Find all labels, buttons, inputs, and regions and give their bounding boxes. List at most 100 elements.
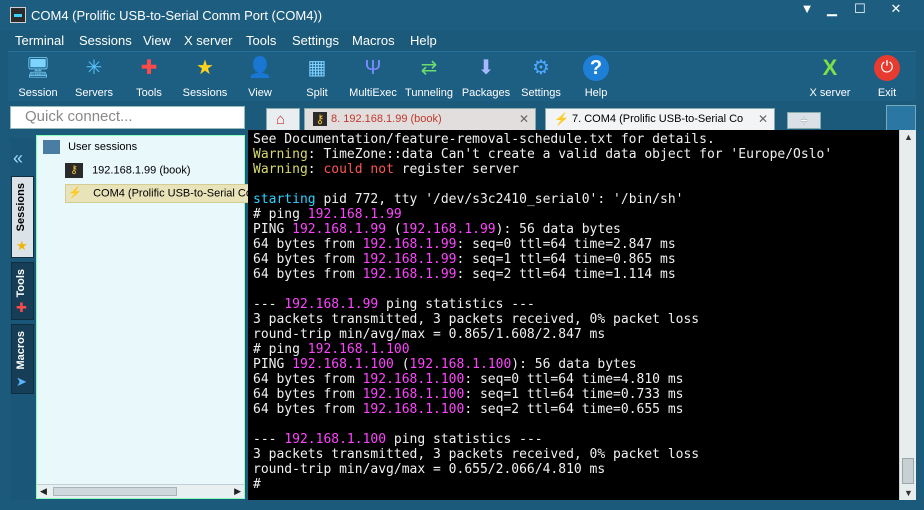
window-menu-button[interactable]: ▼ <box>796 0 818 20</box>
close-button[interactable]: ✕ <box>876 0 916 20</box>
sessions-button[interactable]: ★ Sessions <box>176 52 234 102</box>
terminal-text: : seq=2 ttl=64 time=0.655 ms <box>464 402 684 417</box>
terminal-text-ip: 192.168.1.100 <box>292 357 394 372</box>
side-tabs: « Sessions ★ Tools ✚ Macros ➤ <box>10 138 35 500</box>
scroll-left-icon[interactable]: ◀ <box>40 486 47 497</box>
tree-root-user-sessions[interactable]: User sessions <box>43 140 137 154</box>
tab-close-icon[interactable]: ✕ <box>519 112 529 126</box>
terminal-line: round-trip min/avg/max = 0.865/1.608/2.8… <box>253 327 832 342</box>
terminal-text: PING <box>253 222 293 237</box>
terminal-text: ): 56 data bytes <box>511 357 637 372</box>
terminal-line: # <box>253 477 832 492</box>
terminal-text: register server <box>393 162 520 177</box>
settings-button[interactable]: ⚙ Settings <box>516 52 566 102</box>
fork-icon: Ψ <box>364 57 382 79</box>
terminal-line: --- 192.168.1.100 ping statistics --- <box>253 432 832 447</box>
key-icon: ⚷ <box>65 163 83 178</box>
terminal-text-warn: Warning <box>253 162 308 177</box>
session-tabs: ⌂ ⚷ 8. 192.168.1.99 (book) ✕ ⚡ 7. COM4 (… <box>262 105 916 131</box>
menu-terminal[interactable]: Terminal <box>15 33 64 48</box>
help-button[interactable]: ? Help <box>574 52 618 102</box>
terminal-text: ( <box>386 222 402 237</box>
packages-button[interactable]: ⬇ Packages <box>458 52 514 102</box>
menu-view[interactable]: View <box>143 33 171 48</box>
terminal-text-ip: 192.168.1.100 <box>284 432 387 447</box>
sessions-panel: User sessions ⚷ 192.168.1.99 (book) ⚡ CO… <box>36 135 257 499</box>
menu-bar: Terminal Sessions View X server Tools Se… <box>0 31 924 51</box>
multiexec-button[interactable]: Ψ MultiExec <box>346 52 400 102</box>
x-server-button[interactable]: X X server <box>804 52 856 102</box>
terminal-text: --- <box>253 297 285 312</box>
terminal-text-ip: 192.168.1.99 <box>362 267 457 282</box>
key-icon: ⚷ <box>313 112 327 126</box>
side-tab-macros[interactable]: Macros ➤ <box>11 324 34 394</box>
terminal-text: 64 bytes from <box>253 252 363 267</box>
terminal-text: --- <box>253 432 285 447</box>
tab-com4[interactable]: ⚡ 7. COM4 (Prolific USB-to-Serial Co ✕ <box>545 108 775 131</box>
menu-macros[interactable]: Macros <box>352 33 395 48</box>
exit-button[interactable]: ⏻ Exit <box>868 52 906 102</box>
minimize-button[interactable]: ▁ <box>820 0 844 20</box>
terminal-line: 64 bytes from 192.168.1.100: seq=1 ttl=6… <box>253 387 832 402</box>
window-title: COM4 (Prolific USB-to-Serial Comm Port (… <box>31 8 323 23</box>
menu-sessions[interactable]: Sessions <box>79 33 132 48</box>
scrollbar-thumb[interactable] <box>53 487 177 496</box>
swiss-knife-icon: ✚ <box>16 300 27 315</box>
tab-close-icon[interactable]: ✕ <box>758 112 768 126</box>
vertical-scrollbar[interactable]: ▲ ▼ <box>899 130 916 500</box>
app-logo-icon <box>10 7 26 23</box>
terminal-output[interactable]: See Documentation/feature-removal-schedu… <box>248 130 899 500</box>
tree-item-ssh-192-168-1-99[interactable]: ⚷ 192.168.1.99 (book) <box>65 163 191 178</box>
menu-tools[interactable]: Tools <box>246 33 276 48</box>
tab-menu-button[interactable] <box>886 105 916 131</box>
terminal-text-cyan: starting <box>253 192 316 207</box>
quick-connect-input[interactable]: Quick connect... <box>10 106 245 129</box>
terminal-text-ip: 192.168.1.100 <box>409 357 512 372</box>
terminal-text-ip: 192.168.1.100 <box>362 402 465 417</box>
menu-settings[interactable]: Settings <box>292 33 339 48</box>
tunneling-button[interactable]: ⇄ Tunneling <box>402 52 456 102</box>
tree-item-com4[interactable]: ⚡ COM4 (Prolific USB-to-Serial Co <box>65 184 257 203</box>
new-tab-button[interactable]: + <box>787 112 821 129</box>
star-icon: ★ <box>16 238 28 253</box>
terminal-text-ip: 192.168.1.99 <box>401 222 496 237</box>
terminal-line: See Documentation/feature-removal-schedu… <box>253 132 832 147</box>
servers-button[interactable]: ✳ Servers <box>66 52 122 102</box>
side-tab-tools[interactable]: Tools ✚ <box>11 262 34 320</box>
terminal-text: : seq=1 ttl=64 time=0.865 ms <box>456 252 676 267</box>
scroll-up-icon[interactable]: ▲ <box>904 132 913 142</box>
terminal-line: 3 packets transmitted, 3 packets receive… <box>253 312 832 327</box>
side-tab-sessions[interactable]: Sessions ★ <box>11 176 34 258</box>
tab-ssh-192-168-1-99[interactable]: ⚷ 8. 192.168.1.99 (book) ✕ <box>304 108 536 131</box>
terminal-text: See Documentation/feature-removal-schedu… <box>253 132 715 147</box>
terminal-text: 64 bytes from <box>253 372 363 387</box>
terminal-text-ip: 192.168.1.99 <box>292 222 387 237</box>
menu-x-server[interactable]: X server <box>184 33 232 48</box>
terminal-lines: See Documentation/feature-removal-schedu… <box>253 132 832 492</box>
session-button[interactable]: 🖥 Session <box>10 52 66 102</box>
terminal-line: PING 192.168.1.100 (192.168.1.100): 56 d… <box>253 357 832 372</box>
view-button[interactable]: 👤 View <box>236 52 284 102</box>
tab-home[interactable]: ⌂ <box>266 108 300 131</box>
scrollbar-thumb[interactable] <box>902 458 914 484</box>
terminal-text: : seq=0 ttl=64 time=4.810 ms <box>464 372 684 387</box>
terminal-line: --- 192.168.1.99 ping statistics --- <box>253 297 832 312</box>
terminal-line: 64 bytes from 192.168.1.99: seq=1 ttl=64… <box>253 252 832 267</box>
terminal-line: 64 bytes from 192.168.1.99: seq=0 ttl=64… <box>253 237 832 252</box>
scroll-down-icon[interactable]: ▼ <box>904 488 913 498</box>
terminal-line: 64 bytes from 192.168.1.100: seq=2 ttl=6… <box>253 402 832 417</box>
horizontal-scrollbar[interactable]: ◀ ▶ <box>37 484 244 498</box>
terminal-text: PING <box>253 357 293 372</box>
collapse-sidebar-icon[interactable]: « <box>13 148 23 169</box>
split-window-icon: ▦ <box>307 57 327 79</box>
menu-help[interactable]: Help <box>410 33 437 48</box>
terminal-text-ip: 192.168.1.100 <box>362 372 465 387</box>
terminal-text: round-trip min/avg/max = 0.655/2.066/4.8… <box>253 462 606 477</box>
scroll-right-icon[interactable]: ▶ <box>234 486 241 497</box>
tools-button[interactable]: ✚ Tools <box>122 52 176 102</box>
servers-star-icon: ✳ <box>85 57 103 79</box>
split-button[interactable]: ▦ Split <box>292 52 342 102</box>
maximize-button[interactable]: ☐ <box>846 0 874 20</box>
